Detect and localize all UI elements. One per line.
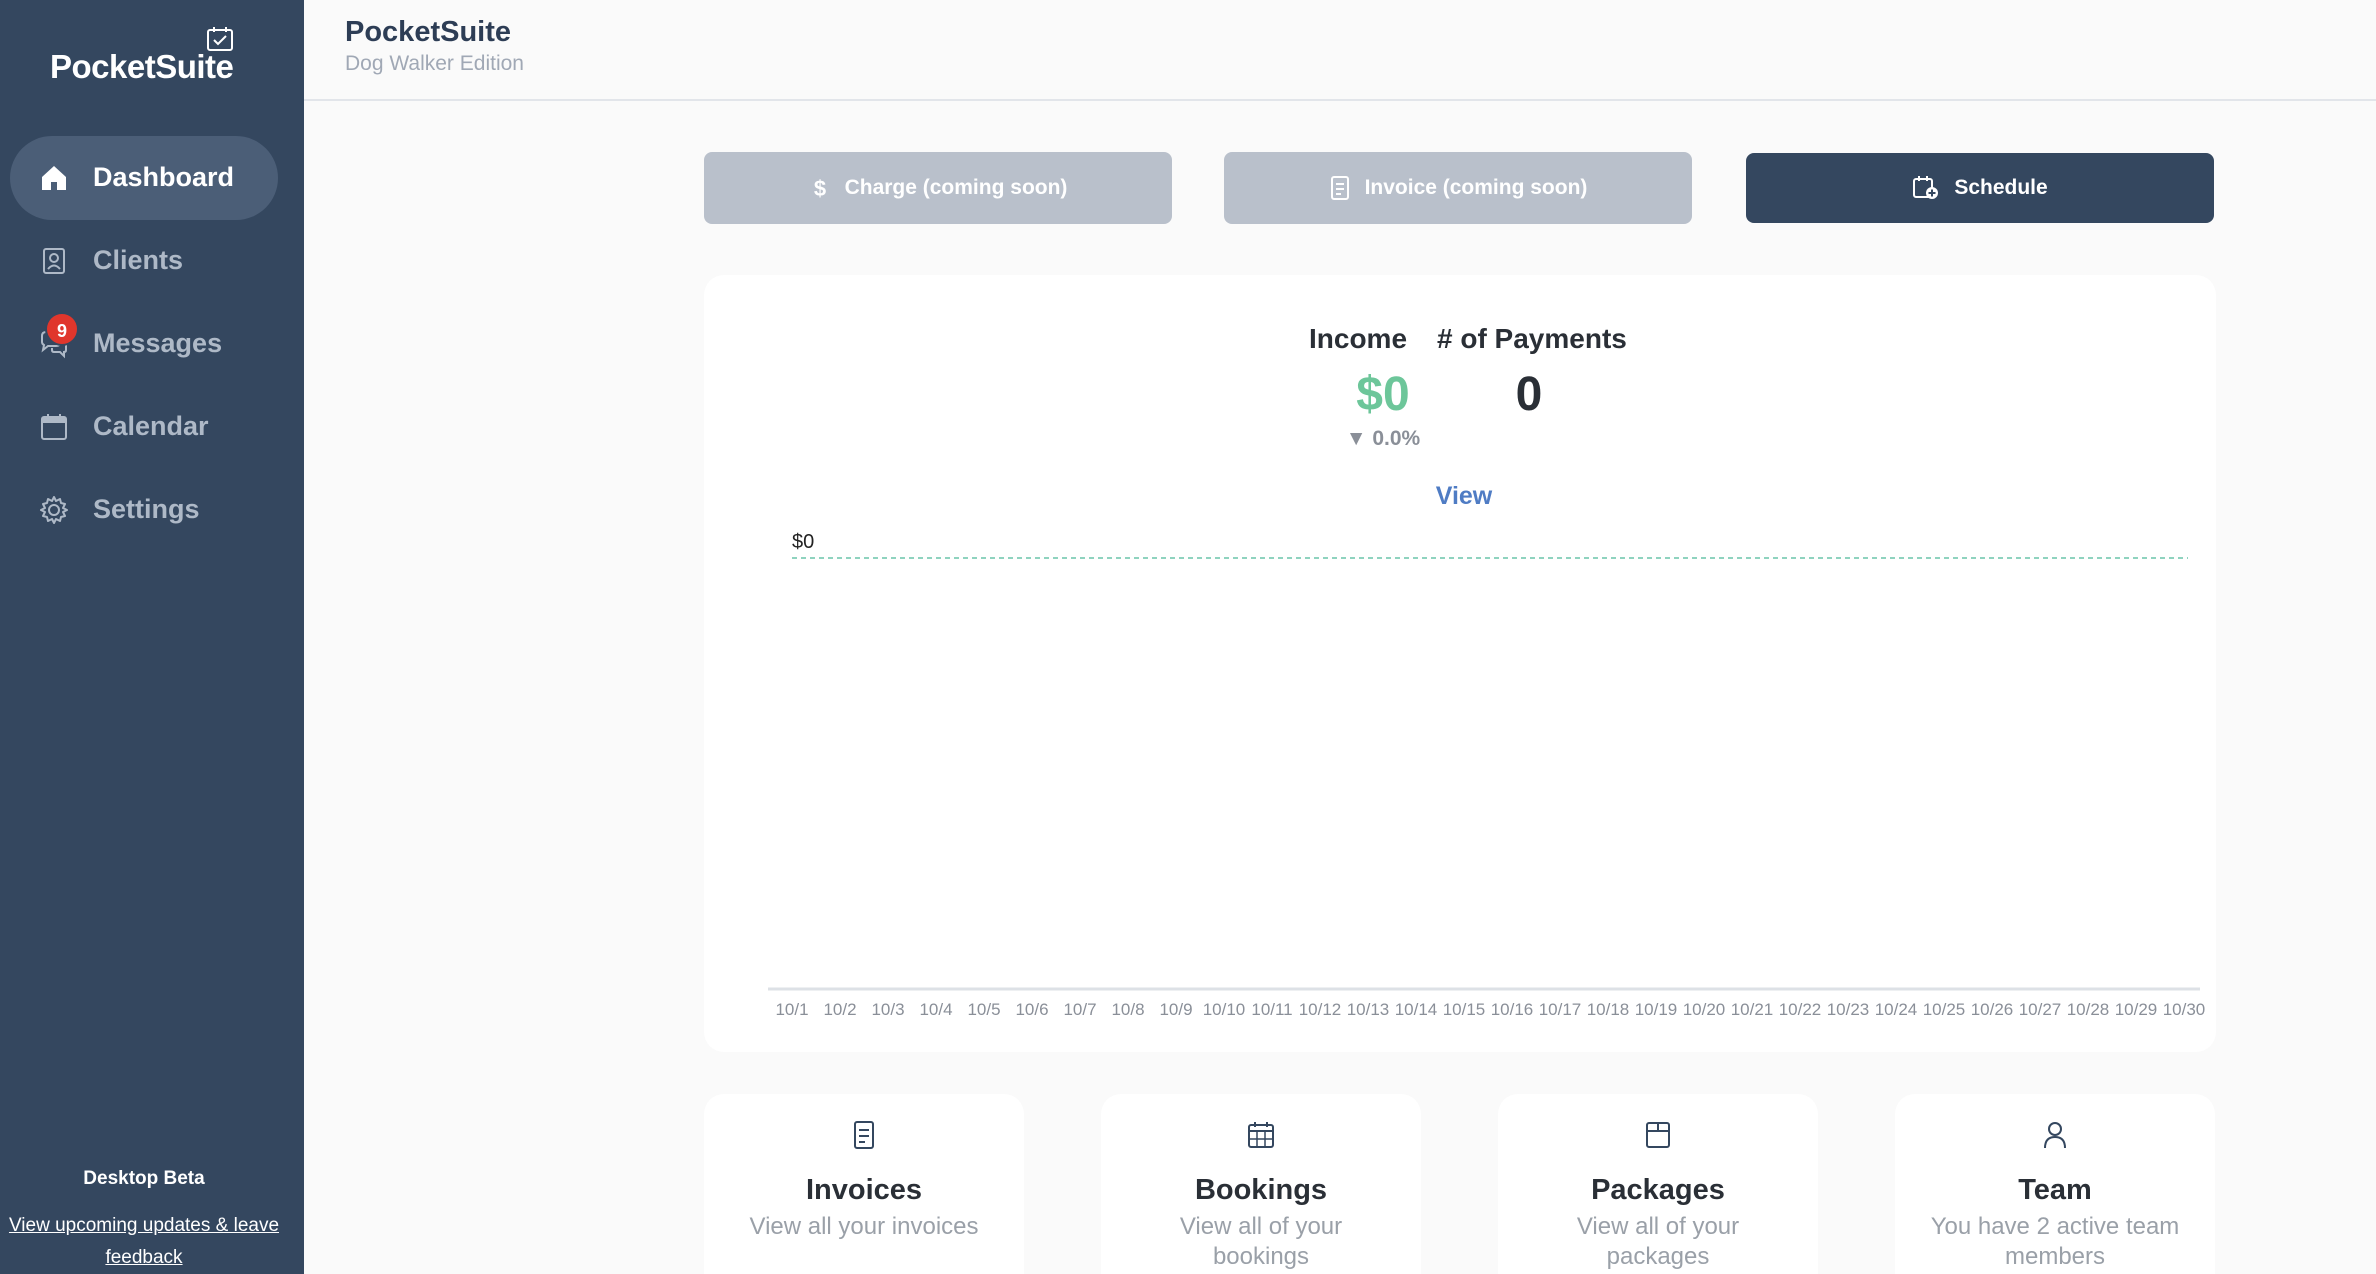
packages-tile[interactable]: Packages View all of your packages — [1498, 1094, 1818, 1274]
x-tick-label: 10/27 — [2019, 1000, 2062, 1019]
x-tick-label: 10/4 — [919, 1000, 952, 1019]
tile-title: Invoices — [805, 1174, 923, 1206]
income-chart: $0 10/1 10/2 10/3 10/4 10/5 10/6 10/7 10/8 10/9 10… — [768, 531, 2206, 1019]
x-tick-label: 10/1 — [775, 1000, 808, 1019]
sidebar-item-label: Messages — [93, 328, 223, 358]
x-tick-label: 10/17 — [1539, 1000, 1582, 1019]
bookings-tile[interactable]: Bookings View all of your bookings — [1101, 1094, 1421, 1274]
home-icon — [42, 166, 66, 190]
package-box-icon — [1646, 1122, 1670, 1148]
calendar-check-icon — [207, 27, 233, 51]
sidebar-item-dashboard[interactable]: Dashboard — [10, 136, 278, 220]
schedule-button[interactable]: Schedule — [1746, 153, 2214, 223]
view-link[interactable]: View — [1404, 482, 1524, 511]
x-tick-label: 10/11 — [1251, 1000, 1292, 1019]
x-tick-label: 10/7 — [1063, 1000, 1096, 1019]
income-change: ▼ 0.0% — [1345, 427, 1421, 450]
header-edition: Dog Walker Edition — [345, 52, 524, 75]
sidebar: PocketSuite Dashboard Clients Messages 9 — [0, 0, 304, 1274]
tile-subtitle: View all of your bookings — [1179, 1213, 1343, 1270]
x-tick-label: 10/18 — [1587, 1000, 1630, 1019]
x-tick-label: 10/28 — [2067, 1000, 2110, 1019]
x-tick-label: 10/19 — [1635, 1000, 1678, 1019]
x-tick-label: 10/15 — [1443, 1000, 1486, 1019]
tile-subtitle: You have 2 active team members — [1930, 1213, 2180, 1270]
gear-icon — [40, 496, 68, 524]
x-tick-label: 10/13 — [1347, 1000, 1390, 1019]
x-tick-label: 10/23 — [1827, 1000, 1870, 1019]
sidebar-item-clients[interactable]: Clients — [10, 219, 278, 303]
contact-card-icon — [43, 248, 65, 274]
sidebar-item-messages[interactable]: Messages — [10, 302, 278, 386]
x-tick-label: 10/3 — [871, 1000, 904, 1019]
svg-text:$: $ — [813, 176, 825, 201]
x-tick-label: 10/20 — [1683, 1000, 1726, 1019]
tile-title: Team — [2018, 1174, 2092, 1206]
calendar-add-icon — [1913, 176, 1939, 199]
schedule-button-label: Schedule — [1954, 176, 2048, 199]
feedback-link[interactable]: View upcoming updates & leave feedback — [0, 1210, 288, 1274]
y-tick-label: $0 — [792, 531, 814, 553]
x-tick-label: 10/14 — [1395, 1000, 1438, 1019]
x-tick-label: 10/29 — [2115, 1000, 2158, 1019]
logo[interactable]: PocketSuite — [50, 48, 234, 86]
income-label: Income — [1309, 323, 1408, 354]
tile-title: Packages — [1591, 1174, 1725, 1206]
x-tick-label: 10/25 — [1923, 1000, 1966, 1019]
header-brand: PocketSuite — [345, 16, 511, 48]
sidebar-item-label: Settings — [93, 494, 200, 524]
beta-title: Desktop Beta — [83, 1168, 205, 1189]
x-tick-label: 10/10 — [1203, 1000, 1246, 1019]
page-header: PocketSuite Dog Walker Edition — [304, 0, 2376, 101]
person-icon — [2044, 1122, 2066, 1149]
payments-value: 0 — [1515, 368, 1543, 421]
invoices-tile[interactable]: Invoices View all your invoices — [704, 1094, 1024, 1274]
tile-title: Bookings — [1194, 1174, 1328, 1206]
x-tick-label: 10/21 — [1731, 1000, 1774, 1019]
x-tick-label: 10/26 — [1971, 1000, 2014, 1019]
sidebar-item-label: Calendar — [93, 411, 209, 441]
x-tick-label: 10/30 — [2163, 1000, 2206, 1019]
team-tile[interactable]: Team You have 2 active team members — [1895, 1094, 2215, 1274]
income-card: $0 10/1 10/2 10/3 10/4 10/5 10/6 10/7 10/8 10/9 10… — [704, 275, 2216, 1052]
messages-badge: 9 — [45, 312, 79, 346]
sidebar-item-settings[interactable]: Settings — [10, 468, 278, 552]
invoice-button-label: Invoice (coming soon) — [1364, 176, 1588, 199]
x-tick-label: 10/16 — [1491, 1000, 1534, 1019]
sidebar-item-calendar[interactable]: Calendar — [10, 385, 278, 469]
charge-button-label: Charge (coming soon) — [844, 176, 1068, 199]
x-tick-label: 10/8 — [1111, 1000, 1144, 1019]
invoice-icon — [1330, 176, 1349, 200]
x-tick-label: 10/22 — [1779, 1000, 1822, 1019]
x-tick-label: 10/9 — [1159, 1000, 1192, 1019]
x-tick-label: 10/2 — [823, 1000, 856, 1019]
bookings-calendar-icon — [1248, 1122, 1274, 1148]
income-value: $0 — [1356, 368, 1410, 421]
sidebar-item-label: Clients — [93, 245, 184, 275]
invoice-button[interactable]: Invoice (coming soon) — [1224, 152, 1692, 224]
x-tick-label: 10/12 — [1299, 1000, 1342, 1019]
sidebar-item-label: Dashboard — [93, 162, 235, 192]
payments-label: # of Payments — [1437, 323, 1627, 354]
x-tick-label: 10/6 — [1015, 1000, 1048, 1019]
dollar-icon: $ — [813, 176, 825, 201]
charge-button[interactable]: $ Charge (coming soon) — [704, 152, 1172, 224]
x-tick-label: 10/5 — [967, 1000, 1000, 1019]
calendar-icon — [41, 414, 67, 440]
x-tick-label: 10/24 — [1875, 1000, 1918, 1019]
tile-subtitle: View all your invoices — [749, 1213, 979, 1240]
invoice-icon — [854, 1121, 874, 1149]
tile-subtitle: View all of your packages — [1576, 1213, 1740, 1270]
